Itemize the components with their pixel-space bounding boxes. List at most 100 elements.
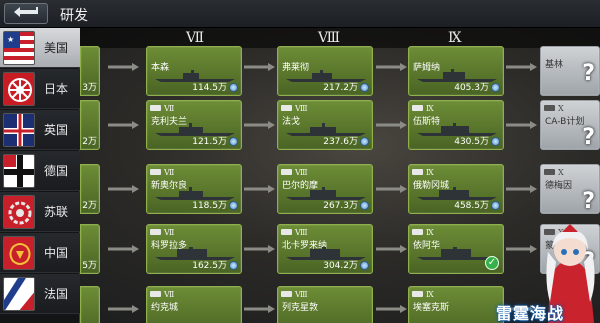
locked-research-card[interactable]: Ⅹ 德梅因 ? bbox=[540, 164, 600, 214]
nation-label: 法国 bbox=[44, 287, 69, 301]
card-tier: Ⅸ bbox=[426, 227, 434, 237]
tier-header-row: Ⅶ Ⅷ Ⅸ bbox=[80, 28, 600, 48]
cruiser-class-icon bbox=[150, 169, 161, 175]
card-price: 114.5万 bbox=[192, 83, 227, 93]
nation-label: 日本 bbox=[44, 82, 69, 96]
card-tier: Ⅶ bbox=[164, 227, 175, 237]
card-price: 217.2万 bbox=[323, 83, 358, 93]
ship-name: 埃塞克斯 bbox=[413, 303, 450, 313]
card-price: 237.6万 bbox=[323, 137, 358, 147]
research-card[interactable]: Ⅸ 依阿华 ✓ bbox=[408, 224, 504, 274]
research-card[interactable]: Ⅶ 科罗拉多 162.5万 bbox=[146, 224, 242, 274]
japan-emblem-icon bbox=[3, 71, 35, 106]
research-screen: 研发 Ⅶ Ⅷ Ⅸ ★ 美国 日本 英国 德国 苏联 中国 法国 3万 本森 11… bbox=[0, 0, 600, 323]
card-header: Ⅸ bbox=[412, 289, 434, 299]
research-card[interactable]: Ⅸ 伍斯特 430.5万 bbox=[408, 100, 504, 150]
card-tier: Ⅸ bbox=[426, 103, 434, 113]
card-price: 304.2万 bbox=[323, 261, 358, 271]
card-tier: Ⅹ bbox=[558, 167, 564, 177]
france-flag-icon bbox=[3, 276, 35, 311]
uk-ensign-icon bbox=[3, 112, 35, 147]
card-header: Ⅸ bbox=[412, 103, 434, 113]
back-button[interactable] bbox=[4, 3, 48, 24]
tier-label-7: Ⅶ bbox=[186, 30, 205, 46]
research-card[interactable]: Ⅷ 巴尔的摩 267.3万 bbox=[277, 164, 373, 214]
card-tier: Ⅶ bbox=[164, 103, 175, 113]
ship-name: CA-B计划 bbox=[545, 117, 585, 127]
page-title: 研发 bbox=[60, 8, 88, 24]
question-mark-icon: ? bbox=[582, 189, 595, 214]
card-tier: Ⅷ bbox=[295, 289, 308, 299]
partial-card[interactable]: 2万 bbox=[80, 100, 100, 150]
germany-ensign-icon bbox=[3, 153, 35, 188]
research-card[interactable]: 弗莱彻 217.2万 bbox=[277, 46, 373, 96]
nation-tab-china[interactable]: 中国 bbox=[0, 233, 80, 273]
nation-tab-ussr[interactable]: 苏联 bbox=[0, 192, 80, 232]
card-price: 121.5万 bbox=[192, 137, 227, 147]
nation-tab-japan[interactable]: 日本 bbox=[0, 69, 80, 109]
us-flag-icon: ★ bbox=[3, 30, 35, 65]
nation-label: 德国 bbox=[44, 164, 69, 178]
research-card[interactable]: Ⅶ 新奥尔良 118.5万 bbox=[146, 164, 242, 214]
nation-tab-germany[interactable]: 德国 bbox=[0, 151, 80, 191]
card-header: Ⅶ bbox=[150, 227, 174, 237]
nation-tab-usa[interactable]: ★ 美国 bbox=[0, 28, 80, 68]
nation-label: 英国 bbox=[44, 123, 69, 137]
partial-card[interactable]: 3万 bbox=[80, 46, 100, 96]
partial-card[interactable]: 2万 bbox=[80, 164, 100, 214]
cruiser-class-icon bbox=[412, 105, 423, 111]
soviet-emblem-icon bbox=[3, 194, 35, 229]
research-card[interactable]: Ⅷ 列克星敦 bbox=[277, 286, 373, 323]
card-price: 3万 bbox=[82, 83, 97, 93]
card-price: 2万 bbox=[82, 137, 97, 147]
researched-check-icon: ✓ bbox=[485, 256, 499, 270]
research-card[interactable]: Ⅷ 北卡罗来纳 304.2万 bbox=[277, 224, 373, 274]
coin-icon bbox=[229, 261, 238, 270]
card-tier: Ⅶ bbox=[164, 289, 175, 299]
carrier-class-icon bbox=[412, 291, 423, 297]
coin-icon bbox=[491, 201, 500, 210]
coin-icon bbox=[229, 83, 238, 92]
ship-name: 基林 bbox=[545, 60, 564, 70]
cruiser-class-icon bbox=[281, 169, 292, 175]
card-header: Ⅹ bbox=[544, 167, 564, 177]
card-tier: Ⅸ bbox=[426, 289, 434, 299]
card-price: 118.5万 bbox=[192, 201, 227, 211]
research-card[interactable]: Ⅶ 约克城 bbox=[146, 286, 242, 323]
coin-icon bbox=[360, 83, 369, 92]
card-header: Ⅸ bbox=[412, 227, 434, 237]
card-price: 5万 bbox=[82, 261, 97, 271]
china-emblem-icon bbox=[3, 235, 35, 270]
partial-card[interactable] bbox=[80, 286, 100, 323]
partial-card[interactable]: 5万 bbox=[80, 224, 100, 274]
nation-tab-uk[interactable]: 英国 bbox=[0, 110, 80, 150]
nation-tab-france[interactable]: 法国 bbox=[0, 274, 80, 314]
locked-research-card[interactable]: 基林 ? bbox=[540, 46, 600, 96]
card-header: Ⅸ bbox=[412, 167, 434, 177]
arrow-icon bbox=[244, 120, 276, 130]
locked-research-card[interactable]: Ⅹ CA-B计划 ? bbox=[540, 100, 600, 150]
arrow-icon bbox=[506, 62, 538, 72]
coin-icon bbox=[491, 137, 500, 146]
arrow-icon bbox=[244, 304, 276, 314]
ship-name: 德梅因 bbox=[545, 181, 573, 191]
arrow-icon bbox=[244, 62, 276, 72]
card-price: 458.5万 bbox=[454, 201, 489, 211]
cruiser-class-icon bbox=[544, 105, 555, 111]
research-card[interactable]: Ⅶ 克利夫兰 121.5万 bbox=[146, 100, 242, 150]
arrow-icon bbox=[376, 62, 408, 72]
arrow-icon bbox=[376, 244, 408, 254]
research-card[interactable]: Ⅷ 法戈 237.6万 bbox=[277, 100, 373, 150]
carrier-class-icon bbox=[281, 291, 292, 297]
battleship-class-icon bbox=[281, 229, 292, 235]
card-price: 430.5万 bbox=[454, 137, 489, 147]
tier-label-8: Ⅷ bbox=[318, 30, 341, 46]
back-arrow-icon bbox=[12, 4, 40, 23]
research-card[interactable]: 萨姆纳 405.3万 bbox=[408, 46, 504, 96]
card-header: Ⅹ bbox=[544, 103, 564, 113]
research-card[interactable]: Ⅸ 俄勒冈城 458.5万 bbox=[408, 164, 504, 214]
card-price: 405.3万 bbox=[454, 83, 489, 93]
cruiser-class-icon bbox=[281, 105, 292, 111]
research-card[interactable]: 本森 114.5万 bbox=[146, 46, 242, 96]
question-mark-icon: ? bbox=[582, 61, 595, 86]
